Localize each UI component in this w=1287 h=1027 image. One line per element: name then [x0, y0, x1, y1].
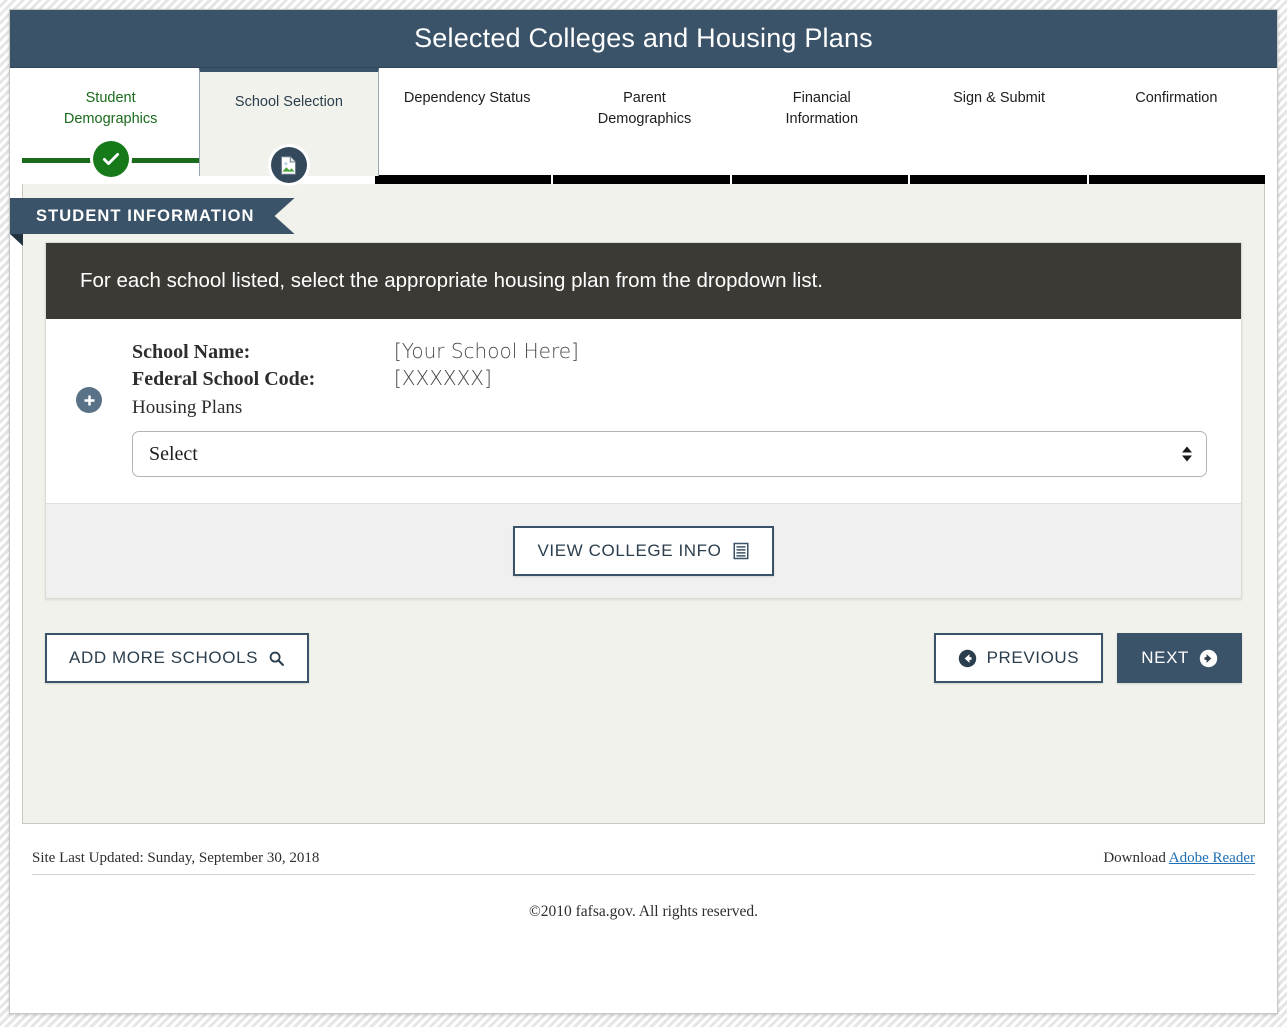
tab-school-selection[interactable]: School Selection: [199, 68, 379, 183]
page-footer: Site Last Updated: Sunday, September 30,…: [10, 824, 1277, 921]
adobe-reader-link[interactable]: Adobe Reader: [1169, 850, 1255, 866]
tab-label-line1: Financial: [792, 90, 851, 106]
next-label: NEXT: [1141, 648, 1189, 667]
school-card: For each school listed, select the appro…: [45, 242, 1242, 599]
add-more-schools-button[interactable]: ADD MORE SCHOOLS: [45, 633, 310, 683]
document-page-icon: [270, 147, 307, 183]
rail-segment: [374, 175, 554, 184]
list-document-icon: [733, 542, 748, 560]
rail-segment: [731, 175, 911, 184]
rail-segment: [910, 175, 1089, 184]
view-college-info-label: VIEW COLLEGE INFO: [537, 541, 722, 560]
check-circle-icon: [92, 141, 129, 177]
rail-segment: [553, 175, 732, 184]
ribbon-fold-decoration: [10, 234, 23, 246]
tab-label-line2: Demographics: [63, 111, 158, 128]
school-entry: School Name: [Your School Here] Federal …: [46, 319, 1241, 503]
school-fields: School Name: [Your School Here] Federal …: [132, 339, 1241, 477]
page-title-bar: Selected Colleges and Housing Plans: [10, 10, 1277, 68]
rail-segment: [1088, 175, 1265, 184]
federal-school-code-label: Federal School Code:: [132, 368, 316, 390]
application-page: Selected Colleges and Housing Plans Stud…: [9, 9, 1278, 1014]
tab-parent-demographics[interactable]: Parent Demographics: [556, 68, 733, 172]
tab-student-demographics[interactable]: Student Demographics: [22, 68, 200, 177]
site-last-updated: Site Last Updated: Sunday, September 30,…: [32, 850, 320, 866]
housing-plans-label: Housing Plans: [132, 397, 243, 418]
tab-confirmation[interactable]: Confirmation: [1088, 68, 1265, 172]
view-college-info-button[interactable]: VIEW COLLEGE INFO: [513, 526, 774, 576]
tab-label-line1: Confirmation: [1135, 90, 1218, 106]
instruction-text: For each school listed, select the appro…: [80, 269, 823, 292]
section-ribbon-row: STUDENT INFORMATION: [10, 184, 1264, 246]
expand-column: [46, 339, 132, 413]
tab-underline-rail: [22, 175, 1265, 184]
tab-label-line1: Parent: [623, 90, 666, 106]
next-button[interactable]: NEXT: [1117, 633, 1242, 683]
tab-label-line2: Information: [785, 111, 859, 128]
tab-financial-information[interactable]: Financial Information: [733, 68, 910, 172]
plus-circle-icon[interactable]: [76, 387, 102, 413]
search-icon: [269, 651, 285, 666]
arrow-left-circle-icon: [958, 649, 976, 667]
arrow-right-circle-icon: [1199, 649, 1218, 667]
main-panel: STUDENT INFORMATION For each school list…: [10, 184, 1265, 824]
tab-label-line2: Demographics: [597, 111, 692, 128]
download-reader: Download Adobe Reader: [1103, 850, 1255, 867]
tab-label-line1: Dependency Status: [403, 90, 531, 106]
chevron-updown-icon: [1182, 446, 1192, 462]
tab-dependency-status[interactable]: Dependency Status: [379, 68, 556, 172]
copyright-text: ©2010 fafsa.gov. All rights reserved.: [528, 903, 758, 920]
previous-label: PREVIOUS: [986, 648, 1080, 667]
school-name-row: School Name: [Your School Here]: [132, 339, 1207, 364]
section-ribbon: STUDENT INFORMATION: [10, 198, 295, 234]
school-card-footer: VIEW COLLEGE INFO: [46, 503, 1241, 598]
section-ribbon-label: STUDENT INFORMATION: [36, 206, 255, 225]
previous-button[interactable]: PREVIOUS: [933, 633, 1104, 683]
federal-school-code-row: Federal School Code: [XXXXXX]: [132, 366, 1207, 391]
form-actions: ADD MORE SCHOOLS PREVIOUS NEXT: [45, 633, 1242, 683]
tab-sign-and-submit[interactable]: Sign & Submit: [910, 68, 1087, 172]
footer-meta-row: Site Last Updated: Sunday, September 30,…: [32, 850, 1255, 875]
tab-label-line1: School Selection: [234, 94, 343, 110]
housing-plan-select[interactable]: Select: [132, 431, 1207, 477]
tab-list: Student Demographics School Selection De…: [22, 68, 1265, 184]
progress-tabs: Student Demographics School Selection De…: [10, 68, 1277, 184]
housing-plan-selected-value: Select: [149, 442, 198, 465]
nav-buttons: PREVIOUS NEXT: [933, 633, 1242, 683]
tab-label-line1: Student: [85, 90, 136, 106]
school-name-label: School Name:: [132, 341, 251, 363]
tab-label-line1: Sign & Submit: [953, 90, 1045, 106]
school-name-value: [Your School Here]: [394, 339, 579, 363]
federal-school-code-value: [XXXXXX]: [394, 366, 492, 390]
instruction-bar: For each school listed, select the appro…: [46, 243, 1241, 319]
download-label: Download: [1103, 850, 1166, 866]
add-more-schools-label: ADD MORE SCHOOLS: [69, 648, 259, 667]
page-title: Selected Colleges and Housing Plans: [414, 23, 873, 53]
